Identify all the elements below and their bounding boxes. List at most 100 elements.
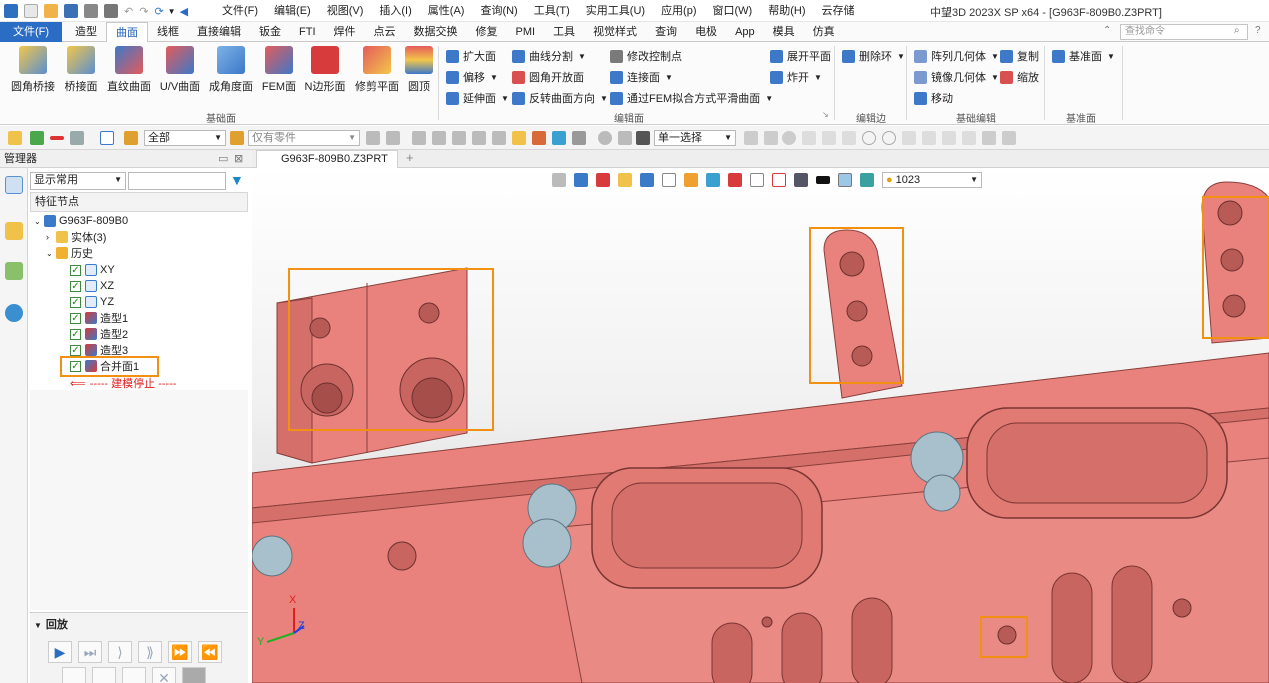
refresh-icon[interactable]: ⟳ bbox=[154, 5, 163, 18]
list-icon[interactable] bbox=[512, 131, 526, 145]
dome-button[interactable]: 圆顶 bbox=[404, 46, 434, 94]
point-icon[interactable] bbox=[802, 131, 816, 145]
pin-icon[interactable]: ▭ bbox=[218, 150, 228, 168]
align-icon[interactable] bbox=[452, 131, 466, 145]
datum-plane-dropdown-icon[interactable]: ▼ bbox=[1107, 52, 1115, 61]
tree-item-shape2[interactable]: ✓ 造型2 bbox=[70, 326, 128, 342]
image-icon[interactable] bbox=[552, 131, 566, 145]
face-icon[interactable] bbox=[1002, 131, 1016, 145]
tab-mold[interactable]: 模具 bbox=[764, 22, 804, 44]
tab-fti[interactable]: FTI bbox=[290, 22, 325, 44]
pick-icon[interactable] bbox=[744, 131, 758, 145]
tab-surface[interactable]: 曲面 bbox=[106, 22, 148, 44]
menu-apps[interactable]: 应用(p) bbox=[653, 3, 704, 19]
bridge-surface-button[interactable]: 桥接面 bbox=[62, 46, 100, 94]
filter-icon[interactable] bbox=[70, 131, 84, 145]
line-icon[interactable] bbox=[822, 131, 836, 145]
polyline-icon[interactable] bbox=[962, 131, 976, 145]
modeling-stop-marker[interactable]: ⟸ ----- 建模停止 ----- bbox=[70, 375, 177, 391]
angled-surface-button[interactable]: 成角度面 bbox=[206, 46, 256, 94]
spline-icon[interactable] bbox=[922, 131, 936, 145]
new-tab-icon[interactable]: + bbox=[406, 150, 414, 165]
tree-item-shape1[interactable]: ✓ 造型1 bbox=[70, 310, 128, 326]
tab-weldment[interactable]: 焊件 bbox=[325, 22, 365, 44]
bracket-icon[interactable] bbox=[618, 131, 632, 145]
display-option-select[interactable]: 显示常用 ▼ bbox=[30, 172, 126, 190]
connect-face-button[interactable]: 连接面 ▼ bbox=[610, 69, 673, 85]
save-icon[interactable] bbox=[64, 4, 78, 18]
extend-surface-button[interactable]: 延伸面 ▼ bbox=[446, 90, 509, 106]
open-folder-icon[interactable] bbox=[44, 4, 58, 18]
menu-file[interactable]: 文件(F) bbox=[214, 3, 266, 19]
print-preview-icon[interactable] bbox=[104, 4, 118, 18]
add-icon[interactable] bbox=[30, 131, 44, 145]
document-tab[interactable]: G963F-809B0.Z3PRT ✕ bbox=[256, 150, 398, 182]
tab-pmi[interactable]: PMI bbox=[507, 22, 545, 44]
reverse-surface-direction-button[interactable]: 反转曲面方向 ▼ bbox=[512, 90, 608, 106]
menu-insert[interactable]: 插入(I) bbox=[371, 3, 419, 19]
tab-simulation[interactable]: 仿真 bbox=[804, 22, 844, 44]
curve-split-button[interactable]: 曲线分割 ▼ bbox=[512, 48, 586, 64]
mirror-geometry-button[interactable]: 镜像几何体 ▼ bbox=[914, 69, 999, 85]
extend-face-button[interactable]: 扩大面 bbox=[446, 48, 496, 64]
pencil-icon[interactable] bbox=[92, 667, 116, 683]
delete-loop-dropdown-icon[interactable]: ▼ bbox=[897, 52, 905, 61]
filter-funnel-icon[interactable]: ▼ bbox=[230, 172, 244, 188]
group-expand-icon[interactable]: ↘ bbox=[822, 110, 829, 119]
scale-button[interactable]: 缩放 bbox=[1000, 69, 1039, 85]
fem-surface-button[interactable]: FEM面 bbox=[260, 46, 298, 94]
mirror-dropdown-icon[interactable]: ▼ bbox=[991, 73, 999, 82]
stop-icon[interactable] bbox=[636, 131, 650, 145]
collapse-icon[interactable]: ⌄ bbox=[46, 249, 56, 258]
print-icon[interactable] bbox=[386, 131, 400, 145]
stop-playback-button[interactable] bbox=[182, 667, 206, 683]
fem-smooth-dropdown-icon[interactable]: ▼ bbox=[765, 94, 773, 103]
move-button[interactable]: 移动 bbox=[914, 90, 953, 106]
camera-icon[interactable] bbox=[572, 131, 586, 145]
play-icon[interactable] bbox=[782, 131, 796, 145]
tab-electrode[interactable]: 电极 bbox=[686, 22, 726, 44]
step-into-button[interactable]: ⟩ bbox=[108, 641, 132, 663]
visibility-checkbox[interactable]: ✓ bbox=[70, 344, 81, 356]
select-mode-select[interactable]: 单一选择 ▼ bbox=[654, 130, 736, 146]
new-file-icon[interactable] bbox=[24, 4, 38, 18]
curve-icon[interactable] bbox=[942, 131, 956, 145]
close-playback-button[interactable]: ✕ bbox=[152, 667, 176, 683]
trim-plane-button[interactable]: 修剪平面 bbox=[352, 46, 402, 94]
tab-wireframe[interactable]: 线框 bbox=[148, 22, 188, 44]
close-icon[interactable]: ⊠ bbox=[234, 150, 243, 168]
tab-data-exchange[interactable]: 数据交换 bbox=[405, 22, 467, 44]
collapse-icon[interactable]: ⌄ bbox=[34, 217, 44, 226]
search-icon[interactable]: ⌕ bbox=[1234, 25, 1240, 36]
tab-app[interactable]: App bbox=[726, 22, 764, 44]
tab-modeling[interactable]: 造型 bbox=[66, 22, 106, 44]
n-sided-surface-button[interactable]: N边形面 bbox=[302, 46, 348, 94]
tree-item-solids[interactable]: › 实体(3) bbox=[46, 229, 106, 245]
history-tree-icon[interactable] bbox=[5, 176, 23, 194]
extend-surface-dropdown-icon[interactable]: ▼ bbox=[501, 94, 509, 103]
fillet-open-face-button[interactable]: 圆角开放面 bbox=[512, 69, 584, 85]
tree-item-yz[interactable]: ✓ YZ bbox=[70, 294, 114, 310]
reverse-direction-dropdown-icon[interactable]: ▼ bbox=[600, 94, 608, 103]
menu-inquire[interactable]: 查询(N) bbox=[472, 3, 525, 19]
step-over-button[interactable]: ⟫ bbox=[138, 641, 162, 663]
tab-direct-edit[interactable]: 直接编辑 bbox=[188, 22, 250, 44]
layer-icon[interactable] bbox=[366, 131, 380, 145]
uv-surface-button[interactable]: U/V曲面 bbox=[158, 46, 202, 94]
tab-sheet-metal[interactable]: 钣金 bbox=[250, 22, 290, 44]
hexagon-icon[interactable] bbox=[100, 131, 114, 145]
connect-face-dropdown-icon[interactable]: ▼ bbox=[665, 73, 673, 82]
print-icon[interactable] bbox=[84, 4, 98, 18]
menu-view[interactable]: 视图(V) bbox=[319, 3, 372, 19]
offset-dropdown-icon[interactable]: ▼ bbox=[490, 73, 498, 82]
explode-dropdown-icon[interactable]: ▼ bbox=[814, 73, 822, 82]
menu-cloud[interactable]: 云存储 bbox=[814, 3, 863, 19]
ruler-icon[interactable] bbox=[472, 131, 486, 145]
clock-icon[interactable] bbox=[598, 131, 612, 145]
tab-inquire[interactable]: 查询 bbox=[646, 22, 686, 44]
tab-tools[interactable]: 工具 bbox=[544, 22, 584, 44]
gear-icon[interactable] bbox=[764, 131, 778, 145]
collapse-ribbon-icon[interactable]: ⌃ bbox=[1103, 25, 1111, 36]
tree-search-input[interactable] bbox=[128, 172, 226, 190]
palette-icon[interactable] bbox=[532, 131, 546, 145]
